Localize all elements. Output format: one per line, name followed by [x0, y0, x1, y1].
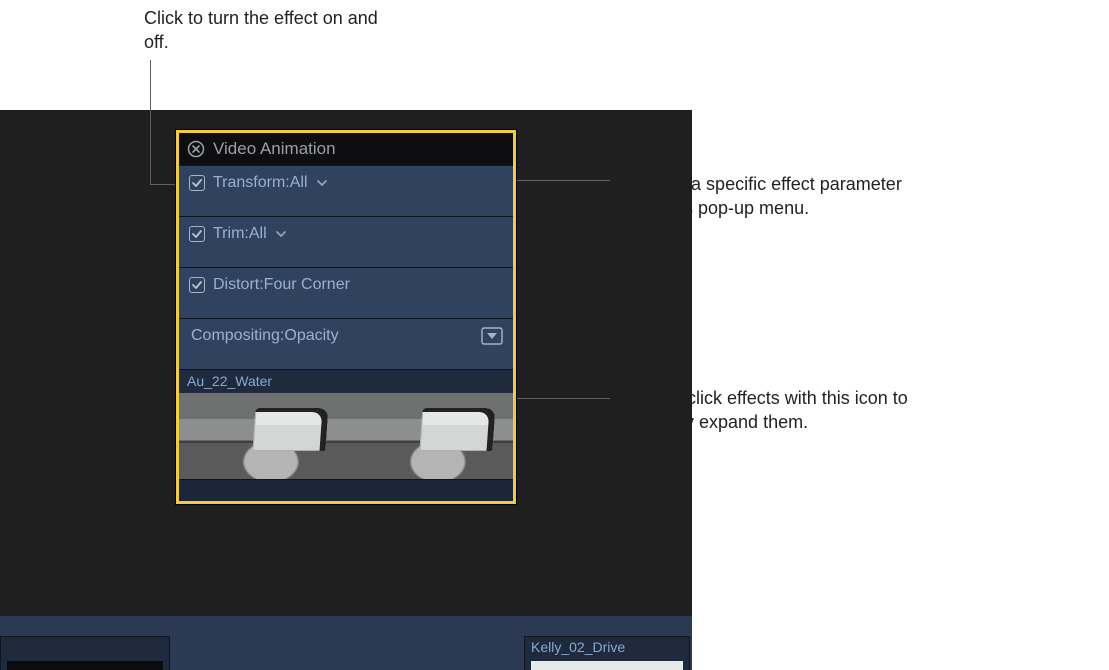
- clip-thumbnail: [607, 661, 683, 670]
- leader-line: [150, 60, 151, 184]
- effect-row-transform[interactable]: Transform:All: [179, 165, 513, 216]
- effect-label: Compositing:Opacity: [191, 327, 339, 345]
- panel-header: Video Animation: [179, 133, 513, 165]
- panel-title: Video Animation: [213, 139, 336, 159]
- clip-label: Kelly_02_Drive: [531, 639, 625, 655]
- chevron-down-icon[interactable]: [275, 228, 287, 240]
- checkbox-checked-icon[interactable]: [189, 226, 205, 242]
- panel-clip-strip[interactable]: Au_22_Water: [179, 369, 513, 479]
- clip-thumbnail: [85, 661, 163, 670]
- clip-thumbnail: [346, 393, 513, 479]
- effect-row-distort[interactable]: Distort:Four Corner: [179, 267, 513, 318]
- expand-down-icon[interactable]: [481, 327, 503, 345]
- timeline-clip[interactable]: [0, 636, 170, 670]
- leader-line: [504, 398, 610, 399]
- effect-label: Distort:Four Corner: [213, 276, 350, 294]
- close-icon[interactable]: [187, 140, 205, 158]
- effect-row-compositing[interactable]: Compositing:Opacity: [179, 318, 513, 369]
- effect-label: Transform:All: [213, 174, 308, 192]
- panel-bottom-band: [179, 479, 513, 501]
- timeline-clip[interactable]: Kelly_02_Drive: [524, 636, 690, 670]
- video-animation-panel: Video Animation Transform:All Trim:All: [176, 130, 516, 504]
- clip-thumbnail: [7, 661, 85, 670]
- annotation-toggle-effect: Click to turn the effect on and off.: [144, 6, 404, 55]
- effect-row-trim[interactable]: Trim:All: [179, 216, 513, 267]
- checkbox-checked-icon[interactable]: [189, 277, 205, 293]
- clip-thumbnail: [179, 393, 346, 479]
- clip-thumbnail: [531, 661, 607, 670]
- chevron-down-icon[interactable]: [316, 177, 328, 189]
- clip-label: Au_22_Water: [179, 370, 513, 393]
- effect-label: Trim:All: [213, 225, 267, 243]
- checkbox-checked-icon[interactable]: [189, 175, 205, 191]
